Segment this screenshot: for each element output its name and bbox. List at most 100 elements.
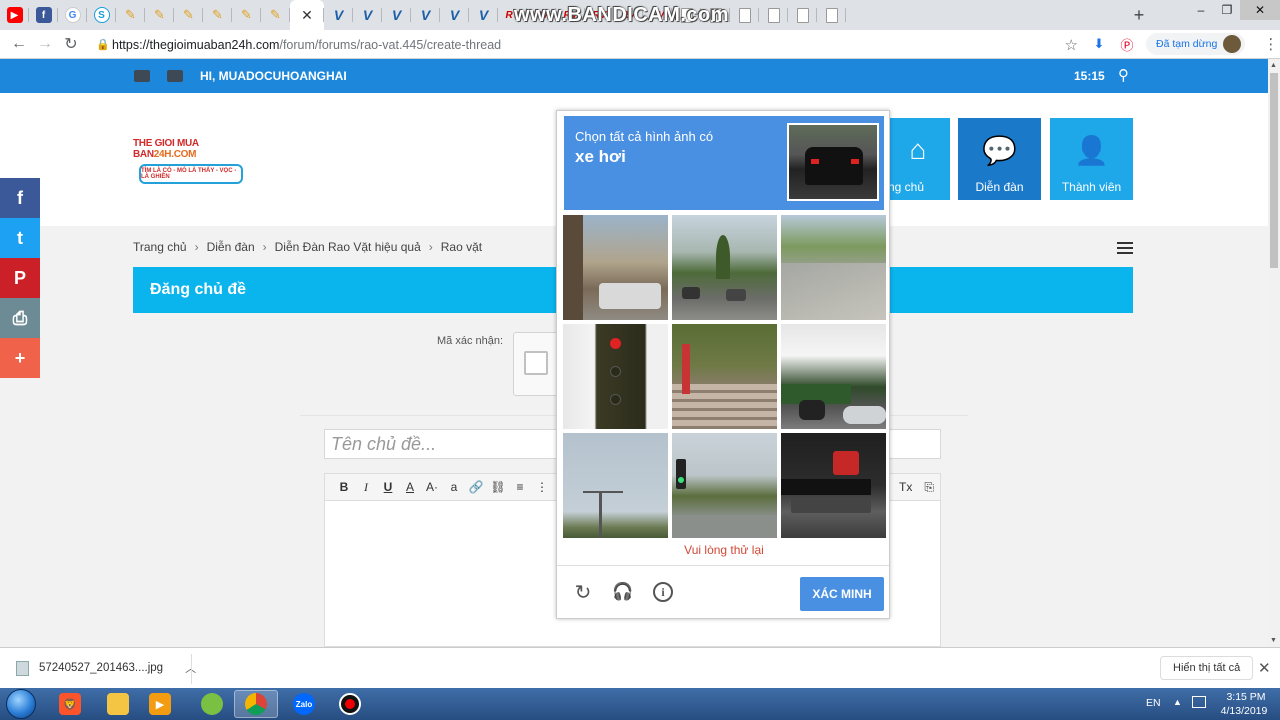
captcha-tile-8[interactable] bbox=[672, 433, 777, 538]
print-icon[interactable]: ⎙ bbox=[0, 298, 40, 338]
url-field[interactable]: 🔒 https://thegioimuaban24h.com/forum/for… bbox=[96, 33, 1086, 56]
italic-button[interactable]: I bbox=[355, 480, 377, 495]
inbox-icon[interactable] bbox=[134, 70, 150, 82]
browser-tab[interactable]: ✎ bbox=[203, 0, 232, 30]
user-greeting[interactable]: HI, MUADOCUHOANGHAI bbox=[200, 69, 347, 83]
forward-button[interactable]: → bbox=[32, 31, 58, 57]
close-download-bar-icon[interactable]: ✕ bbox=[1258, 659, 1271, 677]
restore-button[interactable]: ❐ bbox=[1214, 0, 1240, 20]
close-window-button[interactable]: ✕ bbox=[1240, 0, 1280, 20]
bold-button[interactable]: B bbox=[333, 480, 355, 494]
browser-tab[interactable] bbox=[817, 0, 846, 30]
taskbar-explorer[interactable] bbox=[96, 690, 140, 718]
pinterest-extension-icon[interactable]: Ⓟ bbox=[1118, 35, 1136, 53]
pinterest-share-icon[interactable]: P bbox=[0, 258, 40, 298]
font-size-button[interactable]: A· bbox=[421, 480, 443, 494]
browser-tab[interactable]: V bbox=[324, 0, 353, 30]
profile-paused-button[interactable]: Đã tạm dừng bbox=[1146, 33, 1246, 55]
chat-icon[interactable] bbox=[167, 70, 183, 82]
site-logo[interactable]: THE GIOI MUA BAN24H.COM TÌM LÀ CÓ - MÒ L… bbox=[133, 138, 247, 184]
facebook-share-icon[interactable]: f bbox=[0, 178, 40, 218]
browser-tab[interactable]: ✎ bbox=[261, 0, 290, 30]
reload-button[interactable]: ↻ bbox=[58, 31, 84, 57]
captcha-tile-7[interactable] bbox=[563, 433, 668, 538]
nav-tile-home[interactable]: ⌂ ng chủ bbox=[886, 118, 950, 200]
browser-tab[interactable]: V bbox=[440, 0, 469, 30]
nav-tile-forum[interactable]: 💬 Diễn đàn bbox=[958, 118, 1041, 200]
font-color-button[interactable]: A bbox=[399, 480, 421, 494]
close-tab-icon[interactable]: ✕ bbox=[301, 7, 313, 24]
remove-format-button[interactable]: Tx bbox=[899, 480, 912, 495]
underline-button[interactable]: U bbox=[377, 480, 399, 494]
browser-tab[interactable]: G bbox=[58, 0, 87, 30]
tray-date[interactable]: 4/13/2019 bbox=[1216, 705, 1272, 717]
font-family-button[interactable]: a bbox=[443, 480, 465, 494]
breadcrumb-item[interactable]: Diễn Đàn Rao Vặt hiệu quả bbox=[275, 240, 421, 254]
scroll-down-icon[interactable]: ▼ bbox=[1270, 637, 1277, 644]
bookmark-star-icon[interactable]: ☆ bbox=[1065, 36, 1078, 54]
tray-expand-icon[interactable]: ▲ bbox=[1173, 697, 1182, 707]
captcha-tile-3[interactable] bbox=[781, 215, 886, 320]
align-icon[interactable]: ≡ bbox=[509, 480, 531, 494]
browser-tab[interactable]: ✎ bbox=[116, 0, 145, 30]
browser-tab[interactable]: V bbox=[353, 0, 382, 30]
browser-tab[interactable]: V bbox=[469, 0, 498, 30]
taskbar-media-player[interactable]: ▶ bbox=[138, 690, 182, 718]
hamburger-menu-icon[interactable] bbox=[1117, 242, 1133, 257]
browser-tab[interactable]: ✎ bbox=[232, 0, 261, 30]
twitter-share-icon[interactable]: t bbox=[0, 218, 40, 258]
source-toggle-button[interactable]: ⎘ bbox=[924, 480, 934, 495]
browser-tab[interactable] bbox=[730, 0, 759, 30]
browser-menu-icon[interactable]: ⋮ bbox=[1263, 35, 1278, 53]
taskbar-zalo[interactable]: Zalo bbox=[282, 690, 326, 718]
more-share-icon[interactable]: + bbox=[0, 338, 40, 378]
reload-icon[interactable]: ↻ bbox=[571, 580, 595, 604]
taskbar-chrome[interactable] bbox=[234, 690, 278, 718]
captcha-tile-9[interactable] bbox=[781, 433, 886, 538]
list-icon[interactable]: ⋮ bbox=[531, 480, 553, 494]
captcha-tile-6[interactable] bbox=[781, 324, 886, 429]
browser-tab[interactable]: V bbox=[382, 0, 411, 30]
headphones-icon[interactable]: 🎧 bbox=[611, 580, 635, 604]
nav-tile-members[interactable]: 👤 Thành viên bbox=[1050, 118, 1133, 200]
browser-tab[interactable]: ✎ bbox=[174, 0, 203, 30]
active-browser-tab[interactable]: ✕ bbox=[290, 0, 324, 30]
network-icon[interactable] bbox=[1192, 696, 1206, 708]
taskbar-bandicam[interactable] bbox=[328, 690, 372, 718]
taskbar-brave[interactable]: 🦁 bbox=[48, 690, 92, 718]
back-button[interactable]: ← bbox=[6, 31, 32, 57]
info-icon[interactable]: i bbox=[651, 580, 675, 604]
verify-button[interactable]: XÁC MINH bbox=[800, 577, 884, 611]
recaptcha-checkbox[interactable] bbox=[524, 351, 548, 375]
page-scrollbar[interactable]: ▲ ▼ bbox=[1268, 59, 1280, 647]
scroll-up-icon[interactable]: ▲ bbox=[1270, 62, 1277, 69]
link-icon[interactable]: 🔗 bbox=[465, 480, 487, 494]
browser-tab[interactable]: ✎ bbox=[145, 0, 174, 30]
captcha-tile-1[interactable] bbox=[563, 215, 668, 320]
search-icon[interactable]: ⚲ bbox=[1118, 66, 1129, 84]
language-indicator[interactable]: EN bbox=[1146, 697, 1161, 709]
browser-tab[interactable] bbox=[788, 0, 817, 30]
browser-tab[interactable]: f bbox=[29, 0, 58, 30]
breadcrumb-item[interactable]: Trang chủ bbox=[133, 240, 187, 254]
breadcrumb-item[interactable]: Diễn đàn bbox=[207, 240, 255, 254]
download-item[interactable]: 57240527_201463....jpg ︿ bbox=[16, 660, 196, 676]
browser-tab[interactable]: V bbox=[411, 0, 440, 30]
start-button[interactable] bbox=[6, 689, 36, 719]
captcha-tile-4[interactable] bbox=[563, 324, 668, 429]
browser-tab[interactable] bbox=[759, 0, 788, 30]
download-extension-icon[interactable]: ⬇ bbox=[1090, 35, 1108, 53]
show-all-downloads-button[interactable]: Hiển thị tất cả bbox=[1160, 656, 1254, 680]
scrollbar-thumb[interactable] bbox=[1270, 73, 1278, 268]
download-filename: 57240527_201463....jpg bbox=[39, 662, 164, 674]
captcha-tile-5[interactable] bbox=[672, 324, 777, 429]
minimize-button[interactable]: – bbox=[1188, 0, 1214, 20]
tray-time[interactable]: 3:15 PM bbox=[1224, 691, 1268, 703]
unlink-icon[interactable]: ⛓ bbox=[487, 480, 509, 494]
captcha-tile-2[interactable] bbox=[672, 215, 777, 320]
breadcrumb-item[interactable]: Rao vặt bbox=[441, 240, 482, 254]
new-tab-button[interactable]: + bbox=[1128, 4, 1150, 26]
browser-tab[interactable]: ▶ bbox=[0, 0, 29, 30]
browser-tab[interactable]: S bbox=[87, 0, 116, 30]
taskbar-coccoc[interactable] bbox=[190, 690, 234, 718]
